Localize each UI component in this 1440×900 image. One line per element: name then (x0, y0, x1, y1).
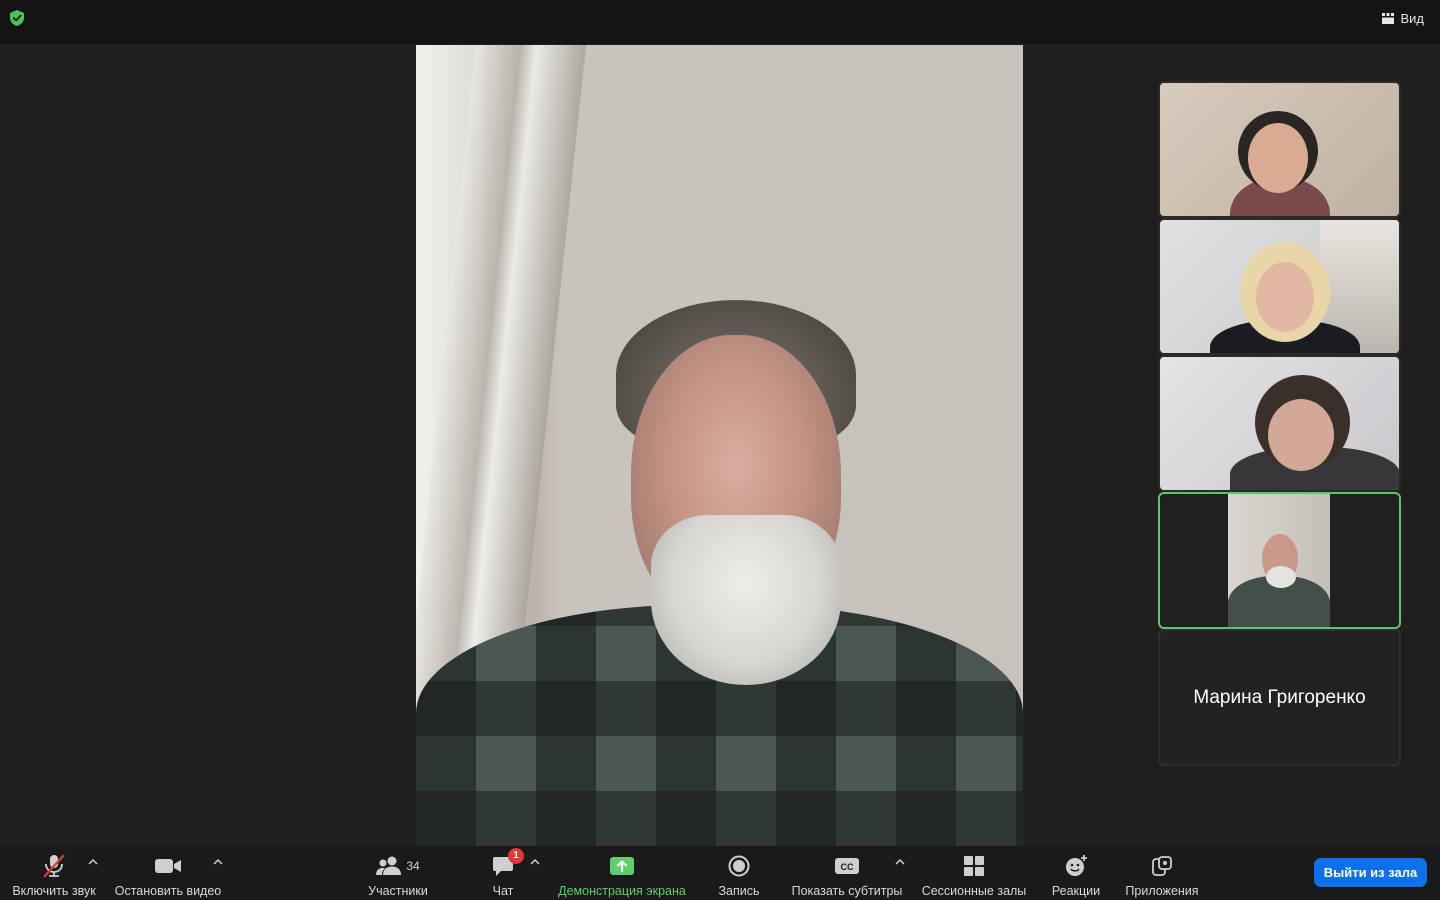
breakout-rooms-icon (964, 856, 984, 876)
chat-label: Чат (492, 884, 514, 898)
chat-button[interactable]: 1 Чат (483, 846, 524, 900)
show-captions-label: Показать субтитры (791, 884, 903, 898)
stop-video-button[interactable]: Остановить видео (112, 846, 224, 900)
record-label: Запись (718, 884, 760, 898)
speaker-figure (651, 515, 841, 685)
main-speaker-video[interactable] (416, 45, 1023, 846)
smiley-plus-icon (1066, 855, 1087, 876)
captions-icon-text: CC (841, 862, 854, 872)
participants-count: 34 (406, 859, 420, 873)
meeting-toolbar: Включить звук Остановить видео 34 Участн… (0, 846, 1440, 900)
video-camera-icon (155, 859, 181, 873)
audio-options-caret[interactable] (87, 858, 99, 870)
chevron-up-icon (895, 858, 905, 865)
participant-name: Марина Григоренко (1193, 686, 1366, 708)
unmute-label: Включить звук (12, 884, 96, 898)
reactions-label: Реакции (1051, 884, 1101, 898)
view-label: Вид (1400, 10, 1424, 26)
captions-options-caret[interactable] (894, 858, 906, 870)
reactions-button[interactable]: Реакции (1048, 846, 1104, 900)
record-icon (728, 855, 750, 877)
chevron-up-icon (88, 858, 98, 865)
stop-video-label: Остановить видео (114, 884, 222, 898)
breakout-rooms-button[interactable]: Сессионные залы (918, 846, 1030, 900)
participant-tile[interactable] (1158, 81, 1401, 218)
shield-check-icon[interactable] (10, 10, 24, 26)
video-options-caret[interactable] (212, 858, 224, 870)
view-button[interactable]: Вид (1382, 9, 1424, 27)
record-button[interactable]: Запись (712, 846, 766, 900)
chevron-up-icon (213, 858, 223, 865)
unmute-button[interactable]: Включить звук (10, 846, 98, 900)
chevron-up-icon (530, 858, 540, 865)
participants-button[interactable]: 34 Участники (362, 846, 434, 900)
participant-figure (1248, 123, 1308, 193)
breakout-rooms-label: Сессионные залы (921, 884, 1027, 898)
apps-button[interactable]: Приложения (1122, 846, 1202, 900)
participants-label: Участники (368, 884, 428, 898)
participant-tile[interactable] (1158, 218, 1401, 355)
participant-tile[interactable] (1158, 355, 1401, 492)
top-bar: Вид (0, 0, 1440, 44)
participant-figure (1256, 262, 1314, 332)
apps-label: Приложения (1125, 884, 1199, 898)
participant-tile-active-speaker[interactable] (1158, 492, 1401, 629)
show-captions-button[interactable]: CC Показать субтитры (788, 846, 906, 900)
chat-unread-badge: 1 (508, 848, 524, 864)
microphone-muted-icon (43, 854, 65, 878)
participant-figure (1268, 399, 1334, 471)
chat-options-caret[interactable] (529, 858, 541, 870)
participants-icon (376, 856, 402, 875)
participant-tile-no-video[interactable]: Марина Григоренко (1158, 629, 1401, 766)
participant-figure (1266, 566, 1296, 588)
share-screen-label: Демонстрация экрана (558, 884, 686, 898)
apps-icon (1152, 856, 1172, 876)
grid-icon (1382, 12, 1395, 24)
share-screen-button[interactable]: Демонстрация экрана (552, 846, 692, 900)
share-screen-icon (610, 857, 634, 875)
closed-captions-icon: CC (835, 858, 859, 874)
leave-meeting-button[interactable]: Выйти из зала (1314, 858, 1427, 887)
participant-video (1228, 494, 1330, 627)
